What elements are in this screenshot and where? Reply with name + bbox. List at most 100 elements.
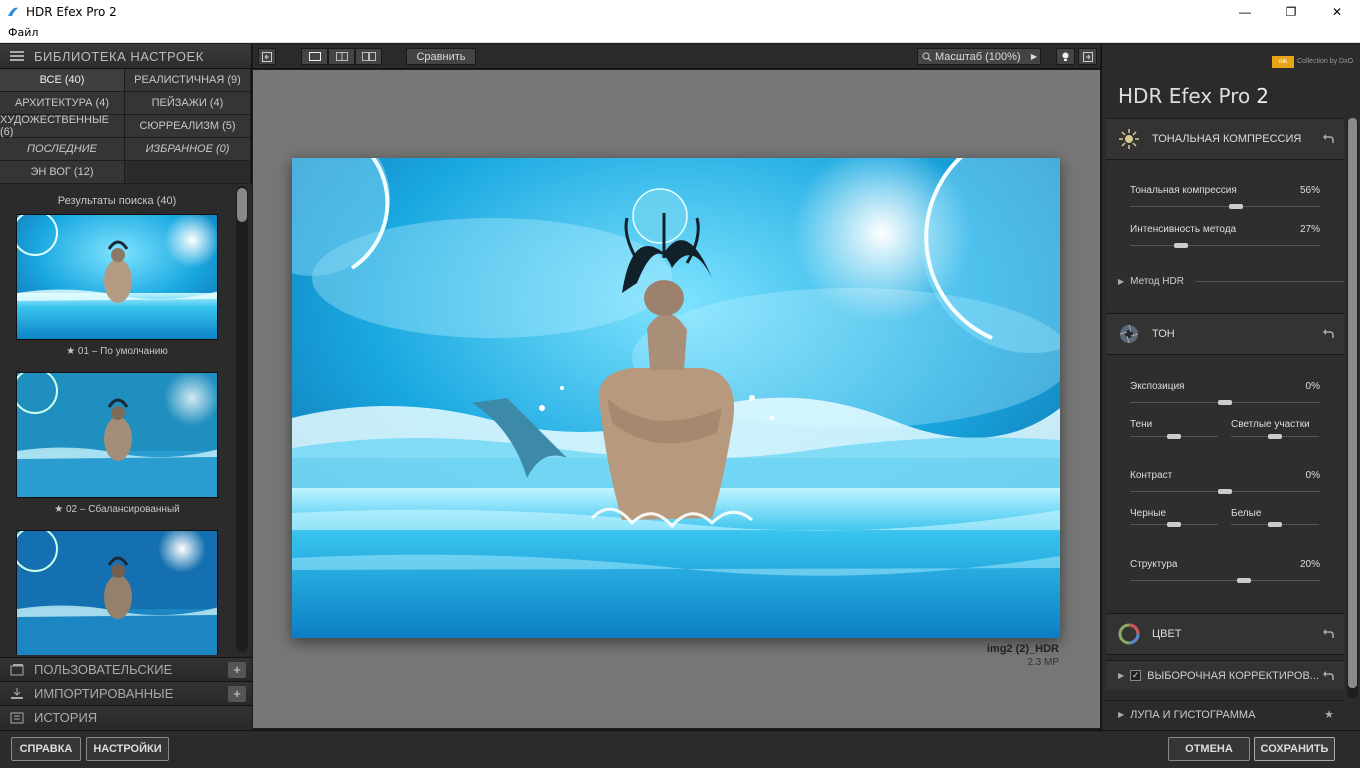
whites-slider[interactable] [1231, 522, 1319, 527]
category-architecture[interactable]: АРХИТЕКТУРА (4) [0, 92, 125, 115]
contrast-label: Контраст [1130, 470, 1173, 481]
panel-toggle-icon [262, 51, 272, 62]
imported-section[interactable]: ИМПОРТИРОВАННЫЕ + [0, 681, 252, 705]
preset-thumbnail[interactable] [16, 214, 218, 340]
blacks-label: Черные [1130, 508, 1167, 519]
library-header[interactable]: БИБЛИОТЕКА НАСТРОЕК [0, 44, 251, 69]
exposure-slider[interactable] [1130, 400, 1320, 405]
category-all[interactable]: ВСЕ (40) [0, 69, 125, 92]
highlights-slider[interactable] [1231, 434, 1319, 439]
preset-label: ★ 01 – По умолчанию [66, 346, 168, 357]
save-button[interactable]: СОХРАНИТЬ [1254, 737, 1335, 761]
add-imported-button[interactable]: + [228, 686, 246, 702]
history-section[interactable]: ИСТОРИЯ [0, 705, 252, 729]
category-landscape[interactable]: ПЕЙЗАЖИ (4) [125, 92, 251, 115]
method-strength-slider-label: Интенсивность метода [1130, 224, 1237, 235]
loupe-histogram-row[interactable]: ▶ ЛУПА И ГИСТОГРАММА ★ [1106, 700, 1344, 728]
loupe-label: ЛУПА И ГИСТОГРАММА [1130, 708, 1256, 721]
app-icon [8, 7, 18, 16]
tonal-compression-slider[interactable] [1130, 204, 1320, 209]
blacks-slider[interactable] [1130, 522, 1218, 527]
minimize-button[interactable]: — [1222, 0, 1268, 23]
slider-handle[interactable] [1218, 489, 1232, 494]
selective-checkbox[interactable]: ✓ [1130, 670, 1142, 681]
side-by-side-icon [361, 52, 376, 61]
hide-library-button[interactable] [258, 48, 276, 65]
slider-handle[interactable] [1268, 434, 1282, 439]
tone-header[interactable]: ТОН [1106, 313, 1344, 355]
color-label: ЦВЕТ [1152, 628, 1182, 640]
divider [1195, 280, 1344, 282]
slider-handle[interactable] [1218, 400, 1232, 405]
help-button[interactable]: СПРАВКА [11, 737, 81, 761]
slider-handle[interactable] [1167, 522, 1181, 527]
category-favorites[interactable]: ИЗБРАННОЕ (0) [125, 138, 251, 161]
app-title-text: HDR Efex Pro [1118, 84, 1251, 108]
undo-icon[interactable] [1322, 670, 1334, 682]
custom-section-label: ПОЛЬЗОВАТЕЛЬСКИЕ [34, 662, 173, 677]
preset-scrollbar[interactable] [236, 186, 248, 652]
category-realistic[interactable]: РЕАЛИСТИЧНАЯ (9) [125, 69, 251, 92]
side-by-side-button[interactable] [355, 48, 382, 65]
category-empty [125, 161, 251, 184]
custom-section[interactable]: ПОЛЬЗОВАТЕЛЬСКИЕ + [0, 657, 252, 681]
add-custom-button[interactable]: + [228, 662, 246, 678]
app-version: 2 [1256, 84, 1269, 108]
maximize-button[interactable]: ❐ [1268, 0, 1314, 23]
compare-button[interactable]: Сравнить [406, 48, 476, 65]
contrast-value: 0% [1305, 470, 1320, 481]
category-surreal[interactable]: СЮРРЕАЛИЗМ (5) [125, 115, 251, 138]
preview-image[interactable] [292, 158, 1060, 638]
import-icon [11, 687, 23, 699]
panel-toggle-icon [1082, 51, 1093, 62]
hdr-method-label: Метод HDR [1130, 275, 1184, 287]
hdr-method-row[interactable]: ▶ Метод HDR [1106, 268, 1344, 294]
slider-handle[interactable] [1237, 578, 1251, 583]
selective-adjustments-row[interactable]: ▶ ✓ ВЫБОРОЧНАЯ КОРРЕКТИРОВ... [1106, 660, 1344, 690]
split-view-button[interactable] [328, 48, 355, 65]
sun-icon [1119, 129, 1139, 149]
nik-logo: nik [1272, 56, 1294, 68]
expand-triangle-icon: ▶ [1118, 671, 1125, 680]
adjustments-scrollbar[interactable] [1347, 118, 1358, 698]
undo-icon[interactable] [1322, 133, 1334, 145]
zoom-dropdown[interactable]: Масштаб (100%) ▶ [917, 48, 1041, 65]
background-toggle-button[interactable] [1056, 48, 1075, 65]
undo-icon[interactable] [1322, 328, 1334, 340]
slider-handle[interactable] [1229, 204, 1244, 209]
structure-slider[interactable] [1130, 578, 1320, 583]
preset-thumbnail[interactable] [16, 372, 218, 498]
preset-card[interactable]: ★ 02 – Сбалансированный [16, 372, 218, 515]
category-en-vogue[interactable]: ЭН ВОГ (12) [0, 161, 125, 184]
zoom-label: Масштаб (100%) [935, 50, 1021, 63]
cancel-button[interactable]: ОТМЕНА [1168, 737, 1250, 761]
adjustments-panel: nik Collection by DxO HDR Efex Pro 2 ТОНА… [1101, 44, 1360, 730]
slider-handle[interactable] [1167, 434, 1181, 439]
menu-file[interactable]: Файл [0, 26, 46, 39]
preset-thumbnail[interactable] [16, 530, 218, 655]
method-strength-slider[interactable] [1130, 243, 1320, 248]
library-title: БИБЛИОТЕКА НАСТРОЕК [34, 48, 204, 64]
hide-controls-button[interactable] [1078, 48, 1097, 65]
category-artistic[interactable]: ХУДОЖЕСТВЕННЫЕ (6) [0, 114, 125, 138]
settings-button[interactable]: НАСТРОЙКИ [86, 737, 169, 761]
expand-triangle-icon: ▶ [1118, 710, 1125, 719]
tonal-compression-header[interactable]: ТОНАЛЬНАЯ КОМПРЕССИЯ [1106, 118, 1344, 160]
single-view-button[interactable] [301, 48, 328, 65]
category-recent[interactable]: ПОСЛЕДНИЕ [0, 138, 125, 161]
slider-handle[interactable] [1268, 522, 1282, 527]
shadows-slider[interactable] [1130, 434, 1218, 439]
app-title: HDR Efex Pro 2 [1118, 84, 1269, 108]
preset-card[interactable]: ★ 01 – По умолчанию [16, 214, 218, 357]
slider-handle[interactable] [1174, 243, 1189, 248]
pin-icon[interactable]: ★ [1324, 708, 1334, 721]
color-header[interactable]: ЦВЕТ [1106, 613, 1344, 655]
contrast-slider[interactable] [1130, 489, 1320, 494]
tone-body: Экспозиция 0% Тени Светлые участки Контр… [1106, 356, 1344, 610]
single-view-icon [308, 52, 321, 61]
bottom-bar: СПРАВКА НАСТРОЙКИ ОТМЕНА СОХРАНИТЬ [0, 730, 1360, 768]
image-filename: img2 (2)_HDR [986, 643, 1059, 655]
preset-card[interactable] [16, 530, 218, 655]
close-button[interactable]: ✕ [1314, 0, 1360, 23]
undo-icon[interactable] [1322, 628, 1334, 640]
